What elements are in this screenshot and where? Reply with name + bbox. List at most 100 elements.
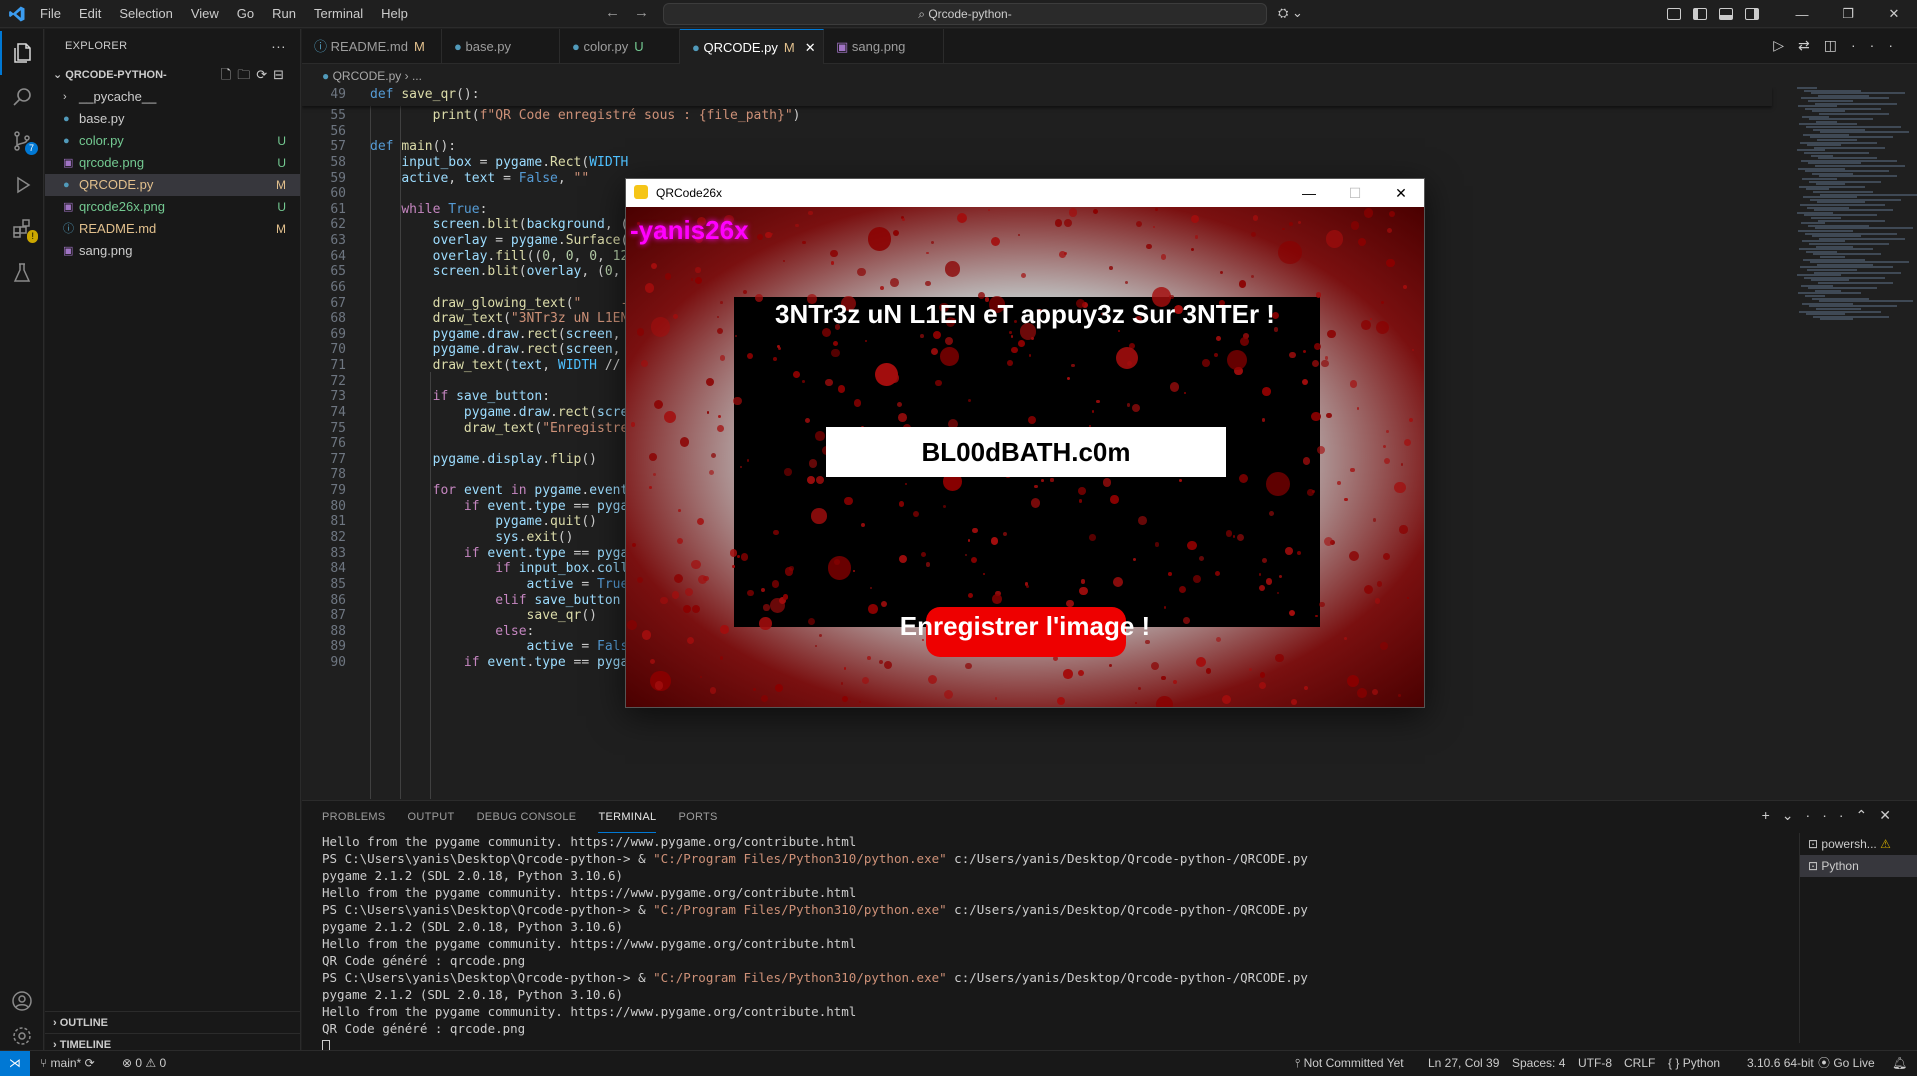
pygame-title-bar[interactable]: QRCode26x — ☐ ✕ — [626, 179, 1424, 207]
blood-drop — [1225, 530, 1233, 537]
workspace-root[interactable]: ⌄ QRCODE-PYTHON- 🗋🗀⟳⊟ — [45, 64, 300, 86]
customize-layout-icon[interactable] — [1667, 8, 1681, 20]
close-tab-icon[interactable]: ✕ — [805, 40, 816, 55]
maximize-panel-icon[interactable]: ⌃ — [1856, 807, 1880, 823]
tab-output[interactable]: OUTPUT — [408, 801, 455, 833]
blood-drop — [740, 553, 749, 561]
tree-item-qrcode-py[interactable]: ● QRCODE.py M — [45, 174, 300, 196]
menu-help[interactable]: Help — [381, 0, 418, 28]
save-image-button-label[interactable]: Enregistrer l'image ! — [626, 611, 1424, 642]
sticky-scroll[interactable]: 49 def save_qr(): — [302, 87, 1772, 106]
tab-sang-png[interactable]: ▣ sang.png — [824, 29, 944, 64]
blood-drop — [880, 600, 887, 607]
blood-drop — [1248, 668, 1252, 672]
open-changes-icon[interactable]: ⇄ — [1798, 37, 1824, 53]
terminal-item-powershell[interactable]: ⊡ powersh... ⚠ — [1800, 833, 1917, 855]
tree-item-base-py[interactable]: ● base.py — [45, 108, 300, 130]
more-actions-icon[interactable]: ··· — [271, 29, 286, 64]
explorer-icon[interactable] — [0, 31, 44, 75]
tree-item-qrcode-png[interactable]: ▣ qrcode.png U — [45, 152, 300, 174]
blood-drop — [1018, 233, 1021, 236]
blood-drop — [990, 537, 999, 545]
search-icon[interactable] — [0, 75, 44, 119]
notifications-bell-icon[interactable]: 🔔︎ — [1892, 1051, 1907, 1076]
close-icon[interactable]: ✕ — [1378, 179, 1424, 207]
tab-terminal[interactable]: TERMINAL — [598, 801, 657, 833]
pygame-window[interactable]: QRCode26x — ☐ ✕ -yanis26x 3NTr3z uN L1EN… — [625, 178, 1425, 708]
toggle-panel-icon[interactable] — [1719, 8, 1733, 20]
encoding[interactable]: UTF-8 — [1578, 1051, 1612, 1076]
tree-item-readme-md[interactable]: ⓘ README.md M — [45, 218, 300, 240]
tab-problems[interactable]: PROBLEMS — [322, 801, 386, 833]
indentation[interactable]: Spaces: 4 — [1512, 1051, 1565, 1076]
menu-selection[interactable]: Selection — [119, 0, 182, 28]
breadcrumb-file[interactable]: QRCODE.py — [333, 69, 402, 83]
outline-section[interactable]: › OUTLINE — [45, 1011, 301, 1033]
tree-item-sang-png[interactable]: ▣ sang.png — [45, 240, 300, 262]
blood-drop — [1002, 531, 1007, 536]
minimap[interactable] — [1793, 87, 1917, 799]
url-input-box[interactable]: BL00dBATH.c0m — [826, 427, 1226, 477]
run-file-icon[interactable]: ▷ — [1773, 37, 1798, 53]
minimize-icon[interactable]: — — [1779, 7, 1825, 22]
minimize-icon[interactable]: — — [1286, 179, 1332, 207]
git-blame-indicator[interactable]: ⫯ Not Committed Yet — [1295, 1051, 1404, 1076]
tree-item-pycache[interactable]: › __pycache__ — [45, 86, 300, 108]
branch-indicator[interactable]: ⑂ main* ⟳ — [40, 1051, 95, 1076]
pygame-window-title: QRCode26x — [656, 186, 723, 200]
split-editor-icon[interactable]: ◫ — [1824, 37, 1851, 53]
remote-indicator-icon[interactable]: ⋊ — [0, 1051, 30, 1076]
terminal-item-python[interactable]: ⊡ Python — [1800, 855, 1917, 877]
close-panel-icon[interactable]: ✕ — [1879, 807, 1903, 823]
more-actions-icon[interactable]: ··· — [1851, 37, 1907, 53]
tab-qrcode-py[interactable]: ● QRCODE.py M ✕ — [680, 29, 824, 64]
menu-view[interactable]: View — [191, 0, 229, 28]
more-actions-icon[interactable]: ··· — [1806, 807, 1856, 823]
forward-arrow-icon[interactable]: → — [634, 4, 649, 21]
tree-item-qrcode26x-png[interactable]: ▣ qrcode26x.png U — [45, 196, 300, 218]
blood-drop — [654, 681, 664, 690]
menu-run[interactable]: Run — [272, 0, 306, 28]
terminal-output[interactable]: Hello from the pygame community. https:/… — [322, 833, 1772, 1054]
toggle-secondary-sidebar-icon[interactable] — [1745, 8, 1759, 20]
menu-go[interactable]: Go — [237, 0, 264, 28]
command-center[interactable]: ⌕ Qrcode-python- — [663, 3, 1267, 25]
menu-terminal[interactable]: Terminal — [314, 0, 373, 28]
breadcrumb-symbol[interactable]: ... — [412, 69, 422, 83]
terminal-item-label: Python — [1821, 859, 1859, 873]
back-arrow-icon[interactable]: ← — [605, 4, 620, 21]
blood-drop — [1152, 225, 1156, 228]
new-terminal-icon[interactable]: +⌄ — [1762, 807, 1806, 823]
menu-edit[interactable]: Edit — [79, 0, 111, 28]
tab-debug-console[interactable]: DEBUG CONSOLE — [477, 801, 577, 833]
extensions-icon[interactable]: ! — [0, 207, 44, 251]
run-debug-icon[interactable] — [0, 163, 44, 207]
line-ending[interactable]: CRLF — [1624, 1051, 1655, 1076]
tab-ports[interactable]: PORTS — [678, 801, 717, 833]
toggle-sidebar-icon[interactable] — [1693, 8, 1707, 20]
cursor-position[interactable]: Ln 27, Col 39 — [1428, 1051, 1499, 1076]
blood-drop — [736, 554, 740, 558]
maximize-icon[interactable]: ☐ — [1332, 179, 1378, 207]
go-live-button[interactable]: ⦿ Go Live — [1818, 1051, 1875, 1076]
blood-drop — [1402, 285, 1407, 290]
explorer-root-actions[interactable]: 🗋🗀⟳⊟ — [221, 64, 290, 86]
restore-icon[interactable]: ❐ — [1825, 6, 1871, 22]
close-icon[interactable]: ✕ — [1871, 6, 1917, 22]
language-mode[interactable]: { } Python — [1668, 1051, 1720, 1076]
blood-drop — [1404, 438, 1412, 446]
error-icon: ⊗ — [122, 1056, 136, 1070]
python-interpreter[interactable]: 3.10.6 64-bit — [1747, 1051, 1814, 1076]
problems-indicator[interactable]: ⊗ 0 ⚠ 0 — [122, 1051, 166, 1076]
source-control-icon[interactable]: 7 — [0, 119, 44, 163]
tab-color-py[interactable]: ● color.py U — [560, 29, 680, 64]
tree-item-color-py[interactable]: ● color.py U — [45, 130, 300, 152]
tab-base-py[interactable]: ● base.py — [442, 29, 560, 64]
pygame-canvas[interactable]: -yanis26x 3NTr3z uN L1EN eT appuy3z Sur … — [626, 207, 1424, 707]
blood-drop — [1388, 210, 1395, 217]
panel-actions: +⌄···⌃✕ — [1762, 807, 1903, 824]
testing-icon[interactable] — [0, 251, 44, 295]
copilot-icon[interactable]: ⛭ ⌄ — [1278, 5, 1303, 21]
menu-file[interactable]: File — [40, 0, 71, 28]
tab-readme-md[interactable]: ⓘ README.md M — [302, 29, 442, 64]
